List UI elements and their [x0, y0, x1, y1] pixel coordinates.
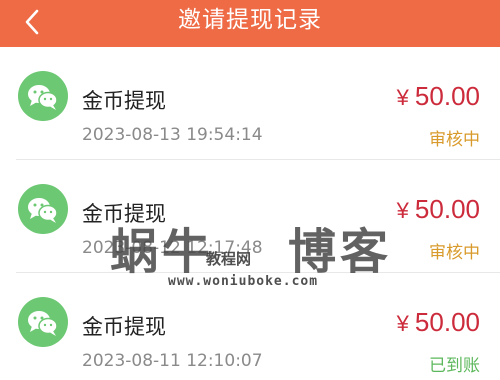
record-time: 2023-08-11 12:10:07 — [82, 351, 263, 371]
record-amount: ¥50.00 — [397, 194, 480, 225]
list-item[interactable]: 金币提现 2023-08-13 19:54:14 ¥50.00 审核中 — [0, 47, 500, 160]
currency-symbol: ¥ — [396, 198, 409, 223]
record-amount: ¥50.00 — [397, 307, 480, 338]
amount-value: 50.00 — [414, 81, 480, 111]
currency-symbol: ¥ — [396, 85, 409, 110]
record-title: 金币提现 — [82, 89, 166, 113]
list-item[interactable]: 金币提现 2023-08-11 12:10:07 ¥50.00 已到账 — [0, 273, 500, 380]
record-amount: ¥50.00 — [397, 81, 480, 112]
app-header: 邀请提现记录 — [0, 0, 500, 47]
currency-symbol: ¥ — [396, 311, 409, 336]
status-badge: 已到账 — [429, 356, 480, 376]
record-time: 2023-08-12 12:17:48 — [82, 238, 263, 258]
record-title: 金币提现 — [82, 202, 166, 226]
status-badge: 审核中 — [429, 130, 480, 150]
wechat-icon — [18, 184, 68, 234]
wechat-icon — [18, 71, 68, 121]
record-time: 2023-08-13 19:54:14 — [82, 125, 263, 145]
record-title: 金币提现 — [82, 315, 166, 339]
amount-value: 50.00 — [414, 194, 480, 224]
amount-value: 50.00 — [414, 307, 480, 337]
page-title: 邀请提现记录 — [178, 7, 322, 33]
list-item[interactable]: 金币提现 2023-08-12 12:17:48 ¥50.00 审核中 — [0, 160, 500, 273]
status-badge: 审核中 — [429, 243, 480, 263]
wechat-icon — [18, 297, 68, 347]
